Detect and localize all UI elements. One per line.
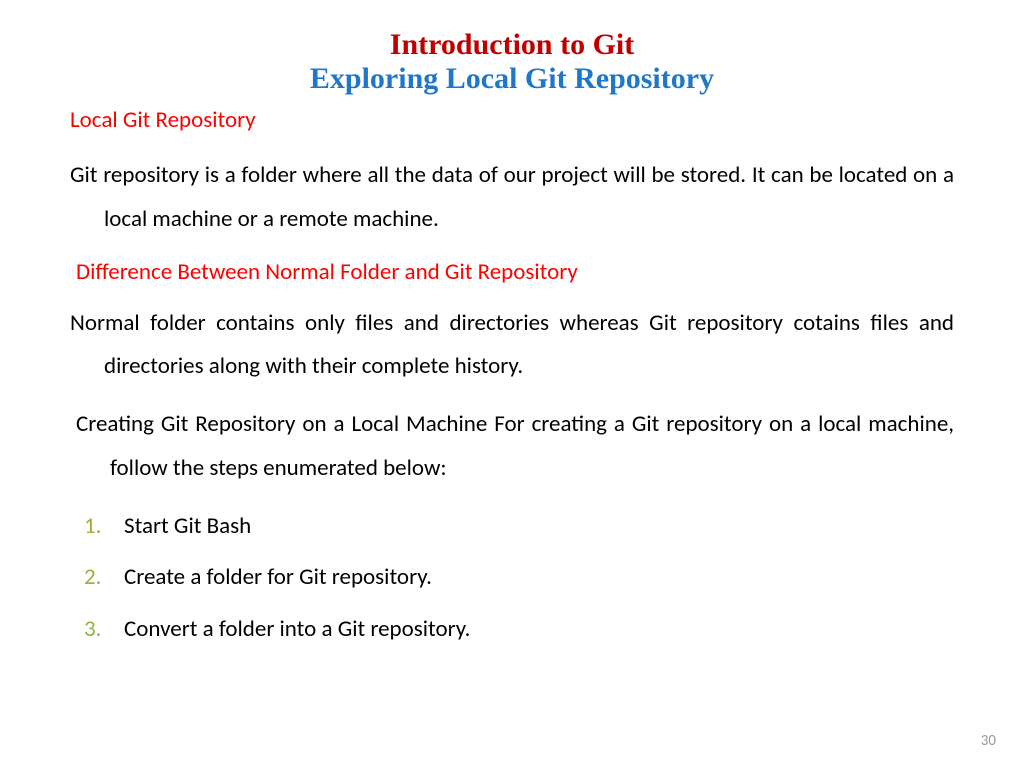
paragraph-repo-definition: Git repository is a folder where all the… (70, 154, 954, 241)
slide-title-main: Introduction to Git (70, 28, 954, 62)
step-item: Start Git Bash (124, 505, 954, 549)
slide-title-sub: Exploring Local Git Repository (70, 62, 954, 96)
section-heading-local-repo: Local Git Repository (70, 104, 954, 136)
paragraph-creating: Creating Git Repository on a Local Machi… (76, 403, 954, 490)
section-heading-difference: Difference Between Normal Folder and Git… (76, 256, 954, 288)
step-item: Create a folder for Git repository. (124, 556, 954, 600)
steps-list: Start Git Bash Create a folder for Git r… (70, 505, 954, 652)
slide-content: Introduction to Git Exploring Local Git … (0, 0, 1024, 652)
step-item: Convert a folder into a Git repository. (124, 608, 954, 652)
page-number: 30 (981, 732, 996, 750)
paragraph-difference: Normal folder contains only files and di… (70, 302, 954, 389)
